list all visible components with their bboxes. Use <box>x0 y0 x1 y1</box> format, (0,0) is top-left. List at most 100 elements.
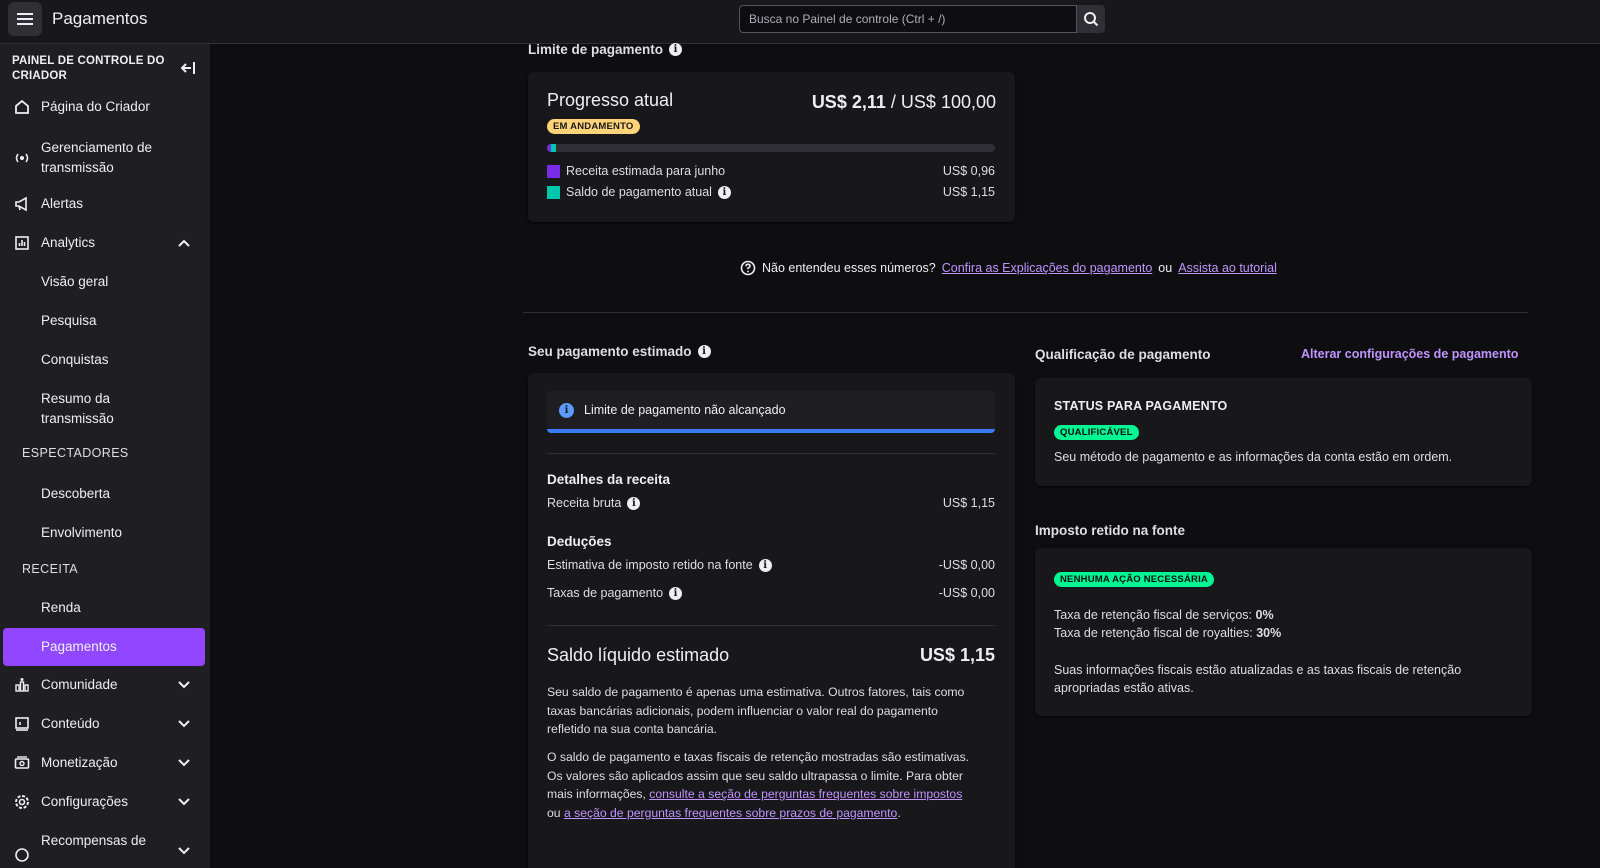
legend-label: Saldo de pagamento atual <box>566 185 712 199</box>
payout-limit-title: Limite de pagamento i <box>528 42 683 57</box>
withholding-tax-title: Imposto retido na fonte <box>1035 523 1185 538</box>
section-divider <box>523 312 1528 313</box>
card-divider <box>547 625 995 626</box>
info-icon[interactable]: i <box>669 586 683 600</box>
search-button[interactable] <box>1077 5 1105 33</box>
help-question: Não entendeu esses números? <box>762 261 936 275</box>
alert-text: Limite de pagamento não alcançado <box>584 403 786 417</box>
help-line: Não entendeu esses números? Confira as E… <box>740 260 1277 276</box>
sidebar-item-label: Configurações <box>41 794 129 809</box>
sidebar-item-income[interactable]: Renda <box>3 589 205 627</box>
sidebar-item-community[interactable]: Comunidade <box>3 666 205 704</box>
legend-row-revenue: Receita estimada para junho US$ 0,96 <box>547 162 995 180</box>
monetization-icon <box>13 754 31 772</box>
sidebar-item-engagement[interactable]: Envolvimento <box>3 514 205 552</box>
chevron-up-icon <box>177 236 191 253</box>
sidebar-item-label: Resumo da transmissão <box>41 391 114 426</box>
sidebar-item-label: Recompensas de <box>41 833 147 848</box>
sidebar-item-analytics[interactable]: Analytics <box>3 224 205 262</box>
legend-value: US$ 1,15 <box>942 185 995 199</box>
tax-disclaimer: O saldo de pagamento e taxas fiscais de … <box>547 748 977 822</box>
gross-revenue-label: Receita bruta <box>547 496 622 510</box>
payout-status-title: STATUS PARA PAGAMENTO <box>1054 399 1228 413</box>
sidebar-item-monetization[interactable]: Monetização <box>3 744 205 782</box>
royalties-rate-line: Taxa de retenção fiscal de royalties: 30… <box>1054 624 1281 642</box>
payout-status-text: Seu método de pagamento e as informações… <box>1054 450 1453 464</box>
chevron-down-icon <box>177 795 191 812</box>
sidebar-item-label: Conteúdo <box>41 716 100 731</box>
tax-disclaimer-or: ou <box>547 805 561 820</box>
estimated-payout-title: Seu pagamento estimado i <box>528 344 711 359</box>
hamburger-menu-icon[interactable] <box>8 2 42 36</box>
current-amount: US$ 2,11 <box>811 92 886 112</box>
sidebar-item-label: Gerenciamento de transmissão <box>41 140 153 175</box>
sidebar-item-achievements[interactable]: Conquistas <box>3 341 205 379</box>
info-icon[interactable]: i <box>717 185 731 199</box>
info-icon[interactable]: i <box>697 345 711 358</box>
progress-title: Progresso atual <box>547 90 674 110</box>
sidebar-item-settings[interactable]: Configurações <box>3 783 205 821</box>
tax-faq-link[interactable]: consulte a seção de perguntas frequentes… <box>649 787 962 801</box>
sidebar-item-rewards[interactable]: Recompensas de <box>3 822 205 862</box>
sidebar-item-discovery[interactable]: Descoberta <box>3 475 205 513</box>
legend-value: US$ 0,96 <box>942 164 995 178</box>
sidebar-item-label: Analytics <box>41 235 96 250</box>
estimated-payout-card: i Limite de pagamento não alcançado Deta… <box>528 373 1015 868</box>
sidebar-item-stream-summary[interactable]: Resumo da transmissão <box>3 387 205 431</box>
help-or: ou <box>1158 261 1173 275</box>
analytics-icon <box>13 234 31 252</box>
search-icon <box>1084 12 1099 27</box>
payout-fees-row: Taxas de pagamento i -US$ 0,00 <box>547 586 995 600</box>
royalties-rate-value: 30% <box>1256 626 1282 640</box>
tutorial-link[interactable]: Assista ao tutorial <box>1178 261 1277 275</box>
chevron-down-icon <box>177 756 191 773</box>
services-rate-label: Taxa de retenção fiscal de serviços: <box>1054 608 1253 622</box>
info-icon[interactable]: i <box>758 558 772 572</box>
status-badge: EM ANDAMENTO <box>547 119 640 134</box>
sidebar-item-alerts[interactable]: Alertas <box>3 185 205 223</box>
legend-row-balance: Saldo de pagamento atual i US$ 1,15 <box>547 183 995 201</box>
progress-amount: US$ 2,11 / US$ 100,00 <box>812 92 996 113</box>
section-label-viewers: ESPECTADORES <box>22 446 129 460</box>
sidebar-item-creator-page[interactable]: Página do Criador <box>3 88 205 126</box>
sidebar-item-content[interactable]: Conteúdo <box>3 705 205 743</box>
sidebar-item-label: Alertas <box>41 196 84 211</box>
gross-revenue-value: US$ 1,15 <box>942 496 995 510</box>
rewards-icon <box>13 846 31 864</box>
broadcast-icon <box>13 149 31 167</box>
change-payout-settings-link[interactable]: Alterar configurações de pagamento <box>1301 347 1518 361</box>
sidebar-header: PAINEL DE CONTROLE DO CRIADOR <box>12 55 165 82</box>
amount-separator: / <box>890 92 896 112</box>
sidebar-item-payouts[interactable]: Pagamentos <box>3 628 205 666</box>
net-balance-label: Saldo líquido estimado <box>547 645 730 665</box>
sidebar-item-overview[interactable]: Visão geral <box>3 263 205 301</box>
search-input[interactable] <box>739 5 1077 33</box>
withholding-tax-row: Estimativa de imposto retido na fonte i … <box>547 558 995 572</box>
payout-explanations-link[interactable]: Confira as Explicações do pagamento <box>942 261 1153 275</box>
legend-swatch <box>547 164 560 178</box>
qualification-title: Qualificação de pagamento <box>1035 347 1211 362</box>
info-icon[interactable]: i <box>669 43 683 56</box>
sidebar-item-label: Renda <box>41 600 81 615</box>
settings-icon <box>13 793 31 811</box>
info-icon: i <box>559 402 574 418</box>
sidebar-item-label: Pesquisa <box>41 313 97 328</box>
info-icon[interactable]: i <box>627 496 641 510</box>
limit-amount: US$ 100,00 <box>900 92 996 112</box>
payout-schedule-faq-link[interactable]: a seção de perguntas frequentes sobre pr… <box>564 806 897 820</box>
withholding-tax-card: NENHUMA AÇÃO NECESSÁRIA Taxa de retenção… <box>1035 548 1532 716</box>
sidebar-item-research[interactable]: Pesquisa <box>3 302 205 340</box>
qualified-badge: QUALIFICÁVEL <box>1054 425 1139 440</box>
sidebar-item-stream-manager[interactable]: Gerenciamento de transmissão <box>3 136 205 180</box>
net-balance-row: Saldo líquido estimado US$ 1,15 <box>547 645 995 666</box>
collapse-sidebar-icon[interactable] <box>180 60 196 79</box>
progress-card: Progresso atual US$ 2,11 / US$ 100,00 EM… <box>528 72 1015 222</box>
card-divider <box>547 453 995 454</box>
services-rate-line: Taxa de retenção fiscal de serviços: 0% <box>1054 606 1281 624</box>
chevron-down-icon <box>177 844 191 861</box>
withholding-tax-value: -US$ 0,00 <box>938 558 995 572</box>
community-icon <box>13 676 31 694</box>
content-icon <box>13 715 31 733</box>
tax-info-text: Suas informações fiscais estão atualizad… <box>1054 663 1462 695</box>
gross-revenue-row: Receita bruta i US$ 1,15 <box>547 496 995 510</box>
